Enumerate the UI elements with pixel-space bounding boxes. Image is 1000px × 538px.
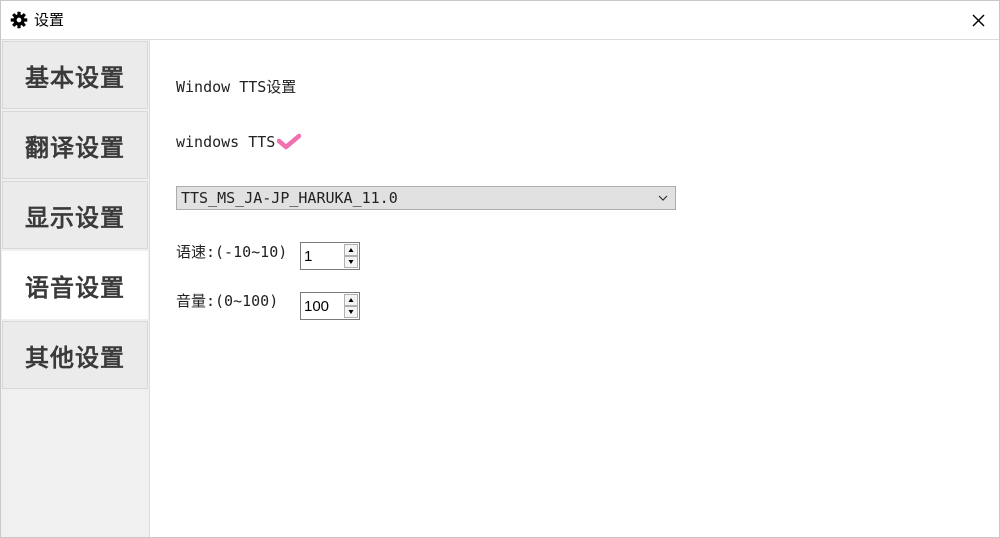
arrow-up-icon (348, 248, 354, 252)
arrow-up-icon (348, 298, 354, 302)
title-bar: 设置 (1, 1, 999, 40)
speed-label: 语速:(-10~10) (176, 243, 288, 261)
speed-spinbox[interactable]: 1 (300, 242, 360, 270)
volume-decrease-button[interactable] (344, 306, 358, 318)
speed-increase-button[interactable] (344, 244, 358, 256)
sidebar-item-display-settings[interactable]: 显示设置 (2, 181, 148, 249)
voice-settings-panel: Window TTS设置 windows TTS TTS_MS_JA-JP_HA… (150, 40, 999, 537)
volume-spinbox[interactable]: 100 (300, 292, 360, 320)
volume-increase-button[interactable] (344, 294, 358, 306)
arrow-down-icon (348, 260, 354, 264)
window-title: 设置 (34, 11, 65, 29)
settings-window: 设置 基本设置 翻译设置 显示设置 语音设置 其他设置 Window TTS设置… (0, 0, 1000, 538)
sidebar-item-basic-settings[interactable]: 基本设置 (2, 41, 148, 109)
section-title: Window TTS设置 (176, 78, 297, 96)
gear-icon (10, 11, 28, 29)
settings-sidebar: 基本设置 翻译设置 显示设置 语音设置 其他设置 (1, 40, 150, 537)
arrow-down-icon (348, 310, 354, 314)
tts-voice-selected-value: TTS_MS_JA-JP_HARUKA_11.0 (181, 189, 398, 207)
close-icon (972, 14, 985, 27)
windows-tts-toggle-row: windows TTS (176, 132, 302, 152)
sidebar-item-translation-settings[interactable]: 翻译设置 (2, 111, 148, 179)
chevron-down-icon (658, 195, 668, 201)
sidebar-item-voice-settings[interactable]: 语音设置 (2, 251, 148, 319)
volume-spin-buttons (344, 294, 358, 318)
windows-tts-check-icon[interactable] (277, 132, 302, 152)
windows-tts-label: windows TTS (176, 133, 276, 151)
speed-decrease-button[interactable] (344, 256, 358, 268)
tts-voice-select[interactable]: TTS_MS_JA-JP_HARUKA_11.0 (176, 186, 676, 210)
close-button[interactable] (963, 7, 993, 33)
volume-value: 100 (304, 298, 330, 315)
speed-spin-buttons (344, 244, 358, 268)
sidebar-item-other-settings[interactable]: 其他设置 (2, 321, 148, 389)
volume-label: 音量:(0~100) (176, 292, 279, 310)
speed-value: 1 (304, 248, 313, 265)
